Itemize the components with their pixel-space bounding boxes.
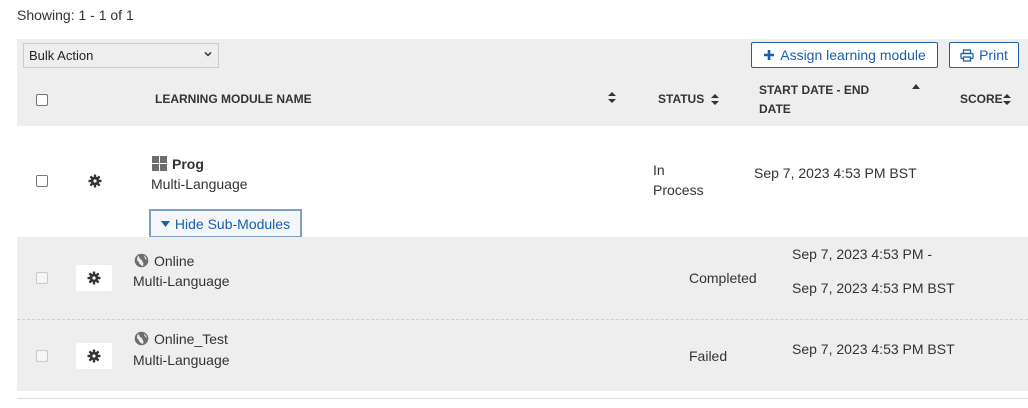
sub-module-row: Online Multi-Language Completed Sep 7, 2… [17,237,1028,319]
result-count: Showing: 1 - 1 of 1 [17,7,134,23]
row-checkbox-disabled [36,350,48,362]
assign-button-label: Assign learning module [780,47,926,63]
print-button-label: Print [979,47,1008,63]
date-range: Sep 7, 2023 4:53 PM BST [754,165,917,181]
sub-module-name-link[interactable]: Online_Test [154,329,228,349]
sort-icon[interactable] [608,92,616,103]
sub-module-language: Multi-Language [133,352,230,368]
caret-down-icon [160,220,170,227]
table-row: Prog Multi-Language In Process Sep 7, 20… [17,126,1028,238]
sort-ascending-icon[interactable] [912,84,920,89]
row-checkbox[interactable] [36,175,48,187]
status-header-label: STATUS [658,92,705,106]
globe-icon [134,331,149,346]
print-button[interactable]: Print [949,42,1019,68]
printer-icon [960,48,974,62]
status-text: Completed [689,270,757,286]
toolbar: Bulk Action Assign learning module Print [17,39,1028,72]
hide-sub-modules-button[interactable]: Hide Sub-Modules [149,209,302,238]
bulk-action-label: Bulk Action [29,48,94,63]
sort-icon [710,94,719,106]
gear-icon[interactable] [76,265,112,291]
row-checkbox-disabled [36,272,48,284]
status-text: Failed [689,348,728,364]
globe-icon [134,253,149,268]
chevron-down-icon [204,51,212,57]
gear-icon[interactable] [77,168,113,194]
gear-icon[interactable] [76,343,112,369]
date-range: Sep 7, 2023 4:53 PM BST [792,341,955,357]
table-bottom-divider [17,398,1028,399]
module-language: Multi-Language [151,176,248,192]
score-header-label: SCORE [960,92,1003,106]
plus-icon [764,50,775,60]
end-date: Sep 7, 2023 4:53 PM BST [792,280,955,296]
column-header-name[interactable]: LEARNING MODULE NAME [155,92,312,106]
sort-icon [1002,94,1011,106]
sub-module-name-link[interactable]: Online [154,251,194,271]
sub-module-row: Online_Test Multi-Language Failed Sep 7,… [17,319,1028,391]
start-date: Sep 7, 2023 4:53 PM - [792,246,933,262]
column-header-dates[interactable]: START DATE - END DATE [759,81,879,119]
column-header-score[interactable]: SCORE [960,92,1011,106]
program-grid-icon [152,156,167,171]
module-name-link[interactable]: Prog [172,154,204,174]
select-all-checkbox[interactable] [36,94,48,106]
column-header-status[interactable]: STATUS [658,92,719,106]
hide-sub-modules-label: Hide Sub-Modules [174,215,291,232]
assign-learning-module-button[interactable]: Assign learning module [751,42,938,68]
table-header: LEARNING MODULE NAME STATUS START DATE -… [17,72,1028,126]
bulk-action-select[interactable]: Bulk Action [23,43,219,68]
sub-module-language: Multi-Language [133,273,230,289]
status-text: In Process [653,162,704,198]
